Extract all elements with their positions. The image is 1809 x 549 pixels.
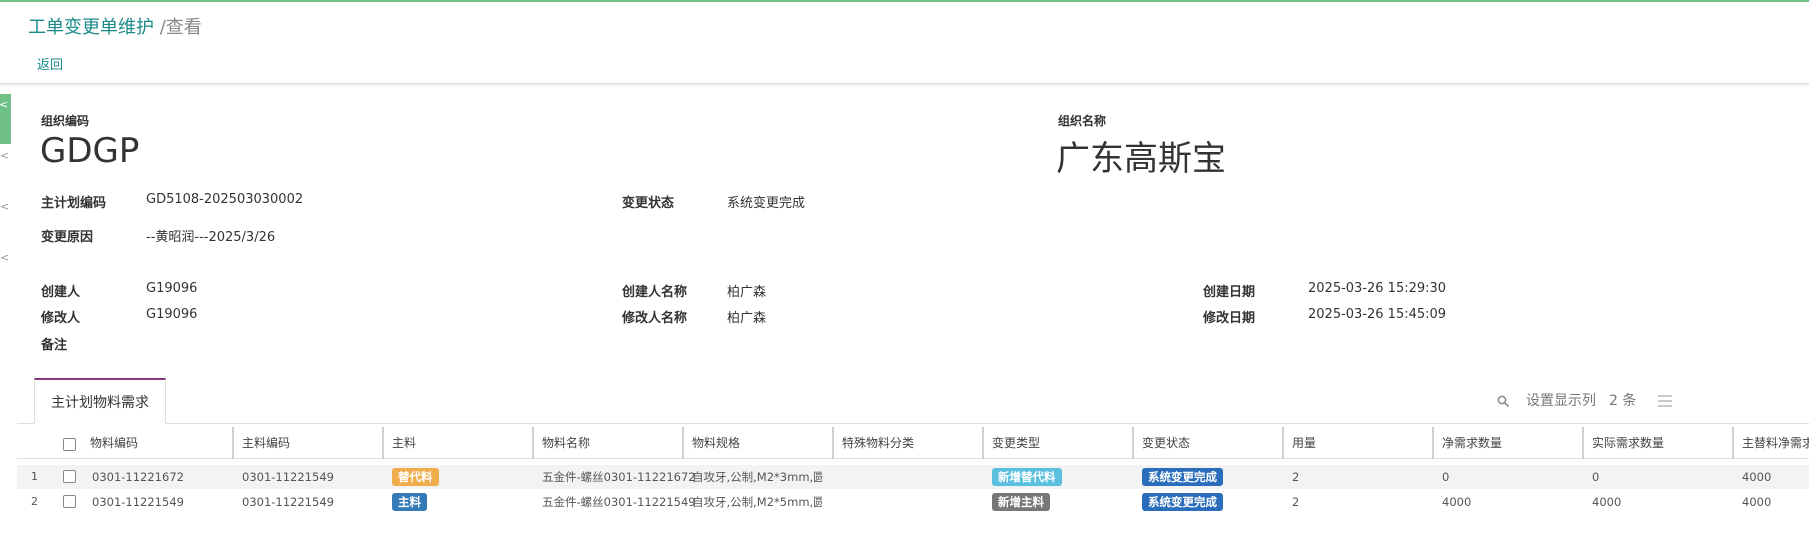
- column-header[interactable]: 主替料净需求: [1732, 427, 1809, 459]
- creator-value: G19096: [146, 281, 198, 296]
- main-flag-badge: 主料: [392, 493, 427, 511]
- table-row[interactable]: 2 0301-11221549 0301-11221549 主料 五金件-螺丝0…: [17, 490, 1809, 514]
- plan-code-label: 主计划编码: [41, 196, 107, 211]
- chevron-left-icon: <: [0, 98, 9, 111]
- create-date-label: 创建日期: [1203, 285, 1256, 300]
- column-header[interactable]: 实际需求数量: [1582, 427, 1664, 459]
- change-status-label: 变更状态: [622, 196, 675, 211]
- page-title-suffix: /查看: [154, 17, 202, 38]
- usage-cell: 2: [1292, 495, 1300, 509]
- change-reason-label: 变更原因: [41, 230, 94, 245]
- main-code-cell: 0301-11221549: [242, 470, 334, 484]
- tab-bar: 主计划物料需求 设置显示列 2 条: [17, 378, 1809, 424]
- net-demand-cell: 0: [1442, 470, 1450, 484]
- org-name-value: 广东高斯宝: [1056, 139, 1226, 179]
- main-code-cell: 0301-11221549: [242, 495, 334, 509]
- usage-cell: 2: [1292, 470, 1300, 484]
- org-code-value: GDGP: [40, 131, 140, 171]
- main-flag-badge: 替代料: [392, 468, 439, 486]
- row-number: 1: [31, 470, 38, 483]
- main-sub-net-cell: 4000: [1742, 470, 1772, 484]
- record-count: 2 条: [1609, 393, 1637, 409]
- chevron-left-icon[interactable]: <: [0, 200, 11, 213]
- column-header[interactable]: 主料: [382, 427, 416, 459]
- grid-header: 物料编码 主料编码 主料 物料名称 物料规格 特殊物料分类 变更类型 变更状态 …: [17, 427, 1809, 459]
- change-status-badge: 系统变更完成: [1142, 468, 1223, 486]
- material-code-cell: 0301-11221549: [92, 495, 184, 509]
- remark-label: 备注: [41, 338, 68, 353]
- page-header: 工单变更单维护 /查看 返回: [0, 2, 1809, 84]
- search-icon[interactable]: [1497, 378, 1510, 424]
- org-code-label: 组织编码: [41, 114, 90, 128]
- material-name-cell: 五金件-螺丝0301-11221672: [542, 470, 696, 484]
- material-code-cell: 0301-11221672: [92, 470, 184, 484]
- material-spec-cell: 自攻牙,公制,M2*5mm,圆头,无: [692, 495, 822, 509]
- modifier-label: 修改人: [41, 311, 81, 326]
- plan-code-value: GD5108-202503030002: [146, 192, 304, 207]
- row-checkbox[interactable]: [63, 495, 76, 508]
- column-header[interactable]: 用量: [1282, 427, 1316, 459]
- column-header[interactable]: 变更状态: [1132, 427, 1190, 459]
- column-header[interactable]: 物料编码: [82, 427, 138, 459]
- row-checkbox[interactable]: [63, 470, 76, 483]
- column-header[interactable]: 物料名称: [532, 427, 590, 459]
- change-status-value: 系统变更完成: [727, 196, 806, 211]
- menu-icon[interactable]: [1658, 378, 1672, 424]
- modifier-name-value: 柏广森: [727, 311, 767, 326]
- modifier-value: G19096: [146, 307, 198, 322]
- page-title: 工单变更单维护 /查看: [28, 13, 202, 39]
- modifier-name-label: 修改人名称: [622, 311, 688, 326]
- column-header[interactable]: 特殊物料分类: [832, 427, 914, 459]
- change-type-badge: 新增替代料: [992, 468, 1062, 486]
- chevron-left-icon[interactable]: <: [0, 149, 11, 162]
- row-number: 2: [31, 495, 38, 508]
- create-date-value: 2025-03-26 15:29:30: [1308, 281, 1447, 296]
- org-name-label: 组织名称: [1058, 114, 1107, 128]
- material-spec-cell: 自攻牙,公制,M2*3mm,圆头,无: [692, 470, 822, 484]
- column-header[interactable]: 主料编码: [232, 427, 290, 459]
- material-name-cell: 五金件-螺丝0301-11221549: [542, 495, 696, 509]
- tab-plan-material-demand[interactable]: 主计划物料需求: [34, 378, 166, 424]
- column-settings-button[interactable]: 设置显示列: [1526, 378, 1596, 424]
- modify-date-label: 修改日期: [1203, 311, 1256, 326]
- change-reason-value: --黄昭润---2025/3/26: [146, 230, 276, 245]
- column-header[interactable]: 变更类型: [982, 427, 1040, 459]
- creator-label: 创建人: [41, 285, 81, 300]
- net-demand-cell: 4000: [1442, 495, 1472, 509]
- actual-demand-cell: 0: [1592, 470, 1600, 484]
- sidebar-expand-tab[interactable]: <: [0, 94, 11, 144]
- select-all-checkbox[interactable]: [63, 438, 76, 451]
- actual-demand-cell: 4000: [1592, 495, 1622, 509]
- page-title-main: 工单变更单维护: [28, 17, 154, 38]
- creator-name-label: 创建人名称: [622, 285, 688, 300]
- change-type-badge: 新增主料: [992, 493, 1050, 511]
- modify-date-value: 2025-03-26 15:45:09: [1308, 307, 1447, 322]
- column-header[interactable]: 物料规格: [682, 427, 740, 459]
- chevron-left-icon[interactable]: <: [0, 251, 11, 264]
- column-header[interactable]: 净需求数量: [1432, 427, 1502, 459]
- main-sub-net-cell: 4000: [1742, 495, 1772, 509]
- change-status-badge: 系统变更完成: [1142, 493, 1223, 511]
- table-row[interactable]: 1 0301-11221672 0301-11221549 替代料 五金件-螺丝…: [17, 465, 1809, 489]
- back-link[interactable]: 返回: [37, 54, 63, 73]
- creator-name-value: 柏广森: [727, 285, 767, 300]
